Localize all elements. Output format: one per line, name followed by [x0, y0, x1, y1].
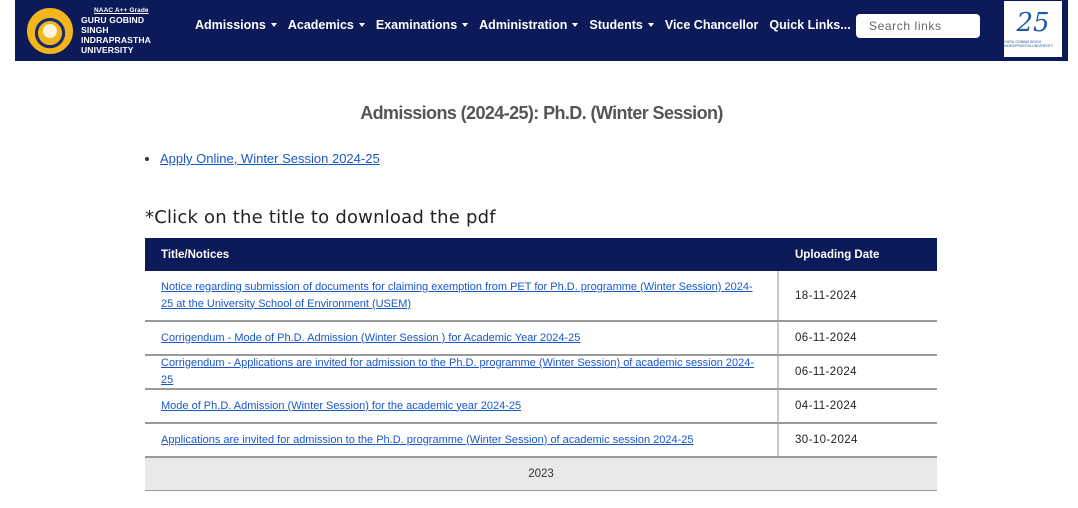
chevron-down-icon	[572, 23, 579, 27]
nav-quick-links[interactable]: Quick Links...	[769, 18, 862, 32]
date-cell: 04-11-2024	[795, 400, 857, 412]
university-name-line: SINGH	[81, 24, 109, 35]
chevron-down-icon	[358, 23, 365, 27]
column-header-date: Uploading Date	[795, 248, 880, 261]
notice-link[interactable]: Corrigendum - Mode of Ph.D. Admission (W…	[161, 330, 580, 347]
date-cell: 06-11-2024	[795, 332, 857, 344]
university-logo[interactable]: NAAC A++ Grade GURU GOBIND SINGH INDRAPR…	[27, 0, 151, 61]
page-title: Admissions (2024-25): Ph.D. (Winter Sess…	[360, 103, 723, 123]
notices-table: Title/Notices Uploading Date Notice rega…	[145, 238, 937, 491]
table-row: Corrigendum - Applications are invited f…	[145, 356, 937, 390]
anniversary-badge: 25 GURU GOBIND SINGH INDRAPRASTHA UNIVER…	[1004, 1, 1062, 57]
nav-academics[interactable]: Academics	[288, 18, 365, 32]
nav-label: Administration	[479, 18, 568, 32]
nav-label: Admissions	[195, 18, 266, 32]
table-header: Title/Notices Uploading Date	[145, 238, 937, 271]
nav-label: Academics	[287, 18, 354, 32]
date-cell: 06-11-2024	[795, 366, 857, 378]
title-cell: Applications are invited for admission t…	[145, 424, 779, 456]
anniversary-badge-text: GURU GOBIND SINGH INDRAPRASTHA UNIVERSIT…	[1004, 40, 1054, 48]
university-name-line: INDRAPRASTHA	[81, 34, 151, 45]
nav-admissions[interactable]: Admissions	[195, 18, 277, 32]
list-item: Apply Online, Winter Session 2024-25	[145, 151, 380, 166]
apply-link-list: Apply Online, Winter Session 2024-25	[145, 151, 380, 166]
table-row: Mode of Ph.D. Admission (Winter Session)…	[145, 390, 937, 424]
university-seal-icon	[27, 7, 73, 54]
nav-label: Examinations	[375, 18, 458, 32]
table-row: Applications are invited for admission t…	[145, 424, 937, 458]
nav-examinations[interactable]: Examinations	[375, 18, 469, 32]
chevron-down-icon	[270, 23, 277, 27]
table-row: Corrigendum - Mode of Ph.D. Admission (W…	[145, 322, 937, 356]
nav-vice-chancellor[interactable]: Vice Chancellor	[665, 18, 759, 32]
nav-label: Students	[589, 18, 643, 32]
table-row: Notice regarding submission of documents…	[145, 271, 937, 322]
notice-link[interactable]: Mode of Ph.D. Admission (Winter Session)…	[161, 398, 521, 415]
notice-link[interactable]: Corrigendum - Applications are invited f…	[161, 355, 761, 389]
university-name-line: GURU GOBIND	[81, 14, 145, 25]
nav-label: Quick Links...	[769, 18, 851, 32]
title-cell: Corrigendum - Applications are invited f…	[145, 356, 779, 388]
search-input[interactable]	[856, 14, 980, 38]
anniversary-number: 25	[1016, 8, 1050, 38]
chevron-down-icon	[462, 23, 469, 27]
university-name: NAAC A++ Grade GURU GOBIND SINGH INDRAPR…	[81, 7, 151, 55]
notice-link[interactable]: Notice regarding submission of documents…	[161, 279, 761, 313]
top-navbar: NAAC A++ Grade GURU GOBIND SINGH INDRAPR…	[15, 0, 1068, 61]
title-cell: Corrigendum - Mode of Ph.D. Admission (W…	[145, 322, 779, 354]
column-header-title: Title/Notices	[161, 248, 230, 261]
title-cell: Notice regarding submission of documents…	[145, 271, 779, 320]
university-name-line: UNIVERSITY	[81, 44, 134, 55]
nav-administration[interactable]: Administration	[479, 18, 579, 32]
nav-students[interactable]: Students	[589, 18, 654, 32]
date-cell: 18-11-2024	[795, 289, 857, 302]
chevron-down-icon	[647, 23, 654, 27]
date-cell: 30-10-2024	[795, 434, 858, 446]
main-nav: Admissions Academics Examinations Admini…	[195, 0, 873, 50]
apply-online-link[interactable]: Apply Online, Winter Session 2024-25	[160, 151, 380, 166]
title-cell: Mode of Ph.D. Admission (Winter Session)…	[145, 390, 779, 422]
nav-label: Vice Chancellor	[664, 18, 759, 32]
naac-grade: NAAC A++ Grade	[94, 6, 149, 14]
notice-link[interactable]: Applications are invited for admission t…	[161, 432, 694, 449]
year-group-toggle[interactable]: 2023	[145, 458, 937, 491]
download-hint: *Click on the title to download the pdf	[145, 207, 496, 228]
